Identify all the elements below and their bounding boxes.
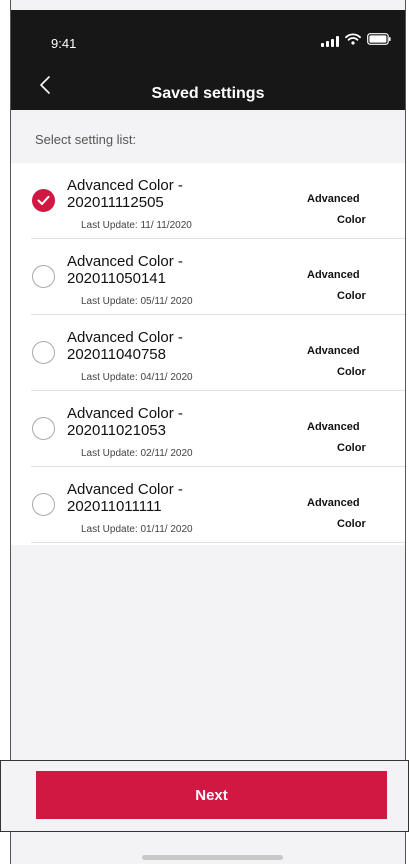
status-time: 9:41	[51, 36, 77, 51]
last-update: Last Update: 04/11/ 2020	[81, 372, 193, 383]
app-screen: 9:41 Saved settings Select setting list:…	[11, 0, 405, 864]
radio-button[interactable]	[32, 265, 55, 288]
mode-tag-line1: Advanced	[307, 193, 360, 205]
last-update: Last Update: 02/11/ 2020	[81, 448, 193, 459]
last-update: Last Update: 01/11/ 2020	[81, 524, 193, 535]
mode-tag-line2: Color	[337, 518, 366, 530]
list-item[interactable]: Advanced Color - 202011011111 Last Updat…	[11, 467, 405, 543]
mode-tag-line2: Color	[337, 442, 366, 454]
item-name: Advanced Color - 202011040758	[67, 329, 183, 363]
wifi-icon	[345, 32, 361, 50]
item-name: Advanced Color - 202011050141	[67, 253, 183, 287]
frame-right-border	[405, 0, 406, 864]
mode-tag-line1: Advanced	[307, 345, 360, 357]
battery-icon	[367, 32, 391, 50]
mode-tag-line2: Color	[337, 366, 366, 378]
radio-button[interactable]	[32, 417, 55, 440]
next-button[interactable]: Next	[36, 771, 387, 819]
list-item[interactable]: Advanced Color - 202011112505 Last Updat…	[11, 163, 405, 239]
last-update: Last Update: 05/11/ 2020	[81, 296, 193, 307]
mode-tag-line1: Advanced	[307, 421, 360, 433]
status-icons	[321, 32, 391, 50]
mode-tag-line2: Color	[337, 214, 366, 226]
radio-button[interactable]	[32, 341, 55, 364]
section-label: Select setting list:	[35, 132, 137, 147]
mode-tag-line2: Color	[337, 290, 366, 302]
page-title: Saved settings	[151, 85, 265, 102]
item-name: Advanced Color - 202011021053	[67, 405, 183, 439]
check-icon	[37, 195, 50, 205]
row-divider	[31, 542, 405, 543]
radio-button-selected[interactable]	[32, 189, 55, 212]
mode-tag-line1: Advanced	[307, 269, 360, 281]
mode-tag-line1: Advanced	[307, 497, 360, 509]
header-bar: 9:41 Saved settings	[11, 10, 405, 110]
settings-list: Advanced Color - 202011112505 Last Updat…	[11, 163, 405, 545]
last-update: Last Update: 11/ 11/2020	[81, 220, 192, 231]
list-item[interactable]: Advanced Color - 202011050141 Last Updat…	[11, 239, 405, 315]
item-name: Advanced Color - 202011011111	[67, 481, 183, 515]
item-name: Advanced Color - 202011112505	[67, 177, 183, 211]
list-item[interactable]: Advanced Color - 202011021053 Last Updat…	[11, 391, 405, 467]
list-item[interactable]: Advanced Color - 202011040758 Last Updat…	[11, 315, 405, 391]
home-indicator	[142, 855, 283, 860]
signal-icon	[321, 35, 339, 47]
radio-button[interactable]	[32, 493, 55, 516]
